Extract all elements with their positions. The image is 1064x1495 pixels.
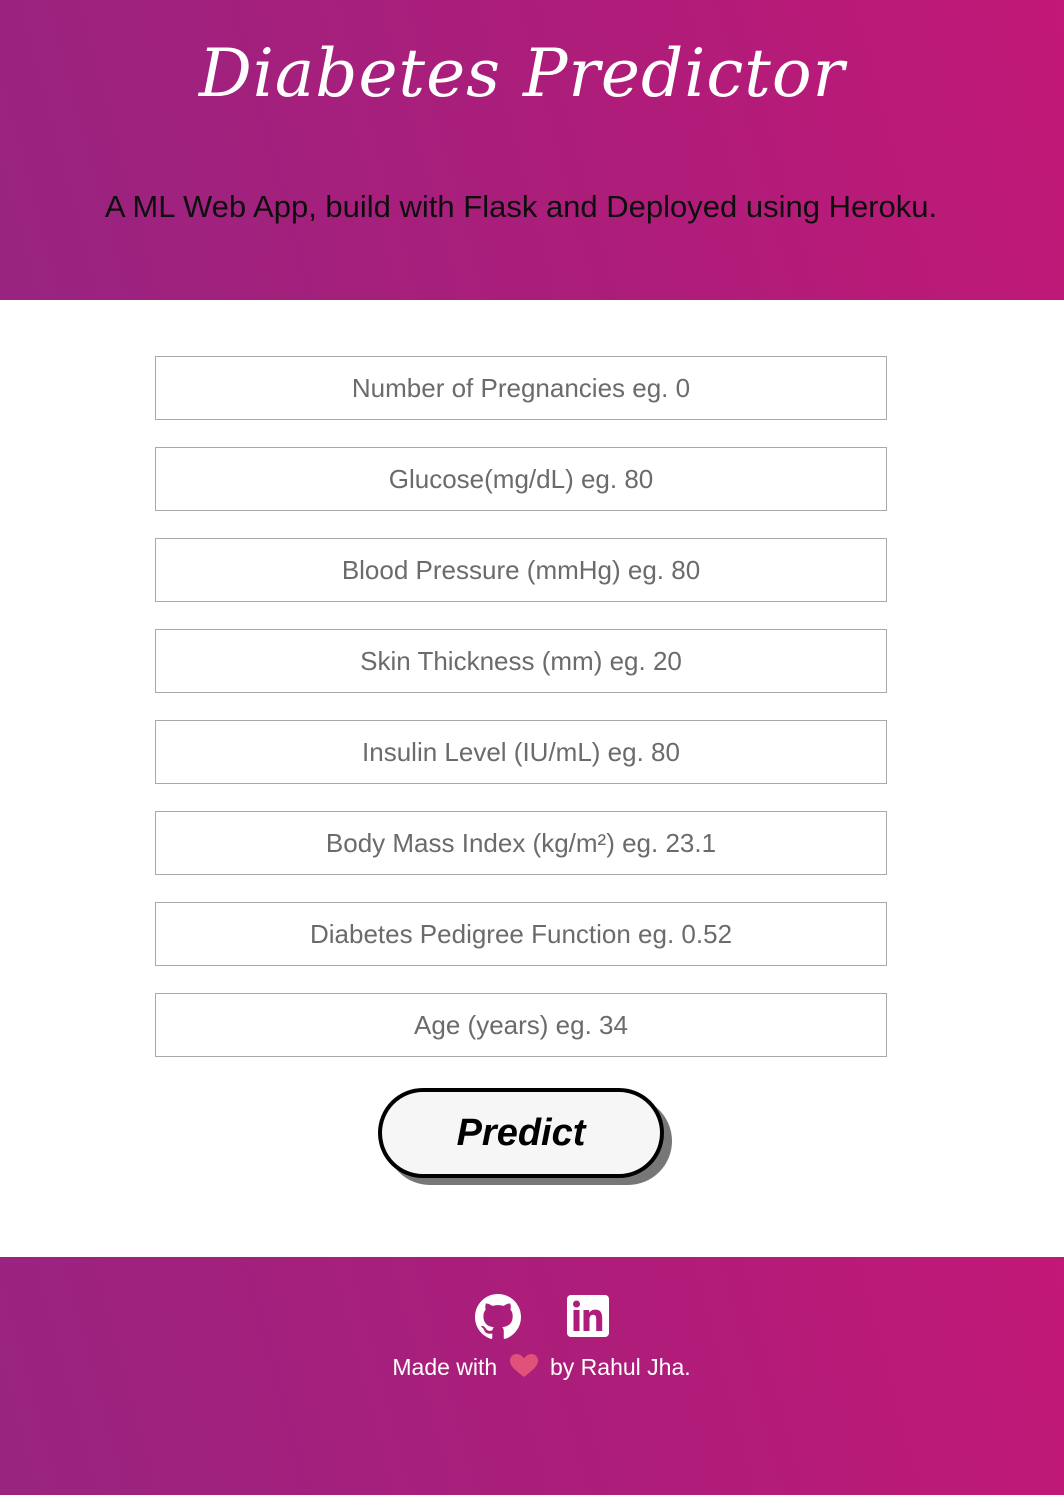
page-title: Diabetes Predictor [198, 35, 846, 112]
linkedin-icon[interactable] [567, 1295, 609, 1337]
github-icon[interactable] [475, 1294, 521, 1340]
made-with-text: Made with by Rahul Jha. [0, 1349, 1064, 1385]
predict-button-container: Predict [378, 1088, 672, 1186]
pregnancies-input[interactable]: Number of Pregnancies eg. 0 [155, 356, 887, 420]
skin-thickness-input[interactable]: Skin Thickness (mm) eg. 20 [155, 629, 887, 693]
bmi-input[interactable]: Body Mass Index (kg/m²) eg. 23.1 [155, 811, 887, 875]
pedigree-function-input[interactable]: Diabetes Pedigree Function eg. 0.52 [155, 902, 887, 966]
glucose-input[interactable]: Glucose(mg/dL) eg. 80 [155, 447, 887, 511]
header: Diabetes Predictor A ML Web App, build w… [0, 0, 1064, 300]
blood-pressure-input[interactable]: Blood Pressure (mmHg) eg. 80 [155, 538, 887, 602]
insulin-input[interactable]: Insulin Level (IU/mL) eg. 80 [155, 720, 887, 784]
age-input[interactable]: Age (years) eg. 34 [155, 993, 887, 1057]
page-subtitle: A ML Web App, build with Flask and Deplo… [104, 189, 938, 224]
heart-icon [509, 1354, 538, 1377]
prediction-form: Number of Pregnancies eg. 0 Glucose(mg/d… [155, 356, 887, 1084]
footer: Made with by Rahul Jha. [0, 1257, 1064, 1495]
made-with-suffix: by Rahul Jha. [549, 1354, 691, 1380]
predict-button[interactable]: Predict [378, 1088, 664, 1178]
made-with-prefix: Made with [392, 1354, 498, 1380]
